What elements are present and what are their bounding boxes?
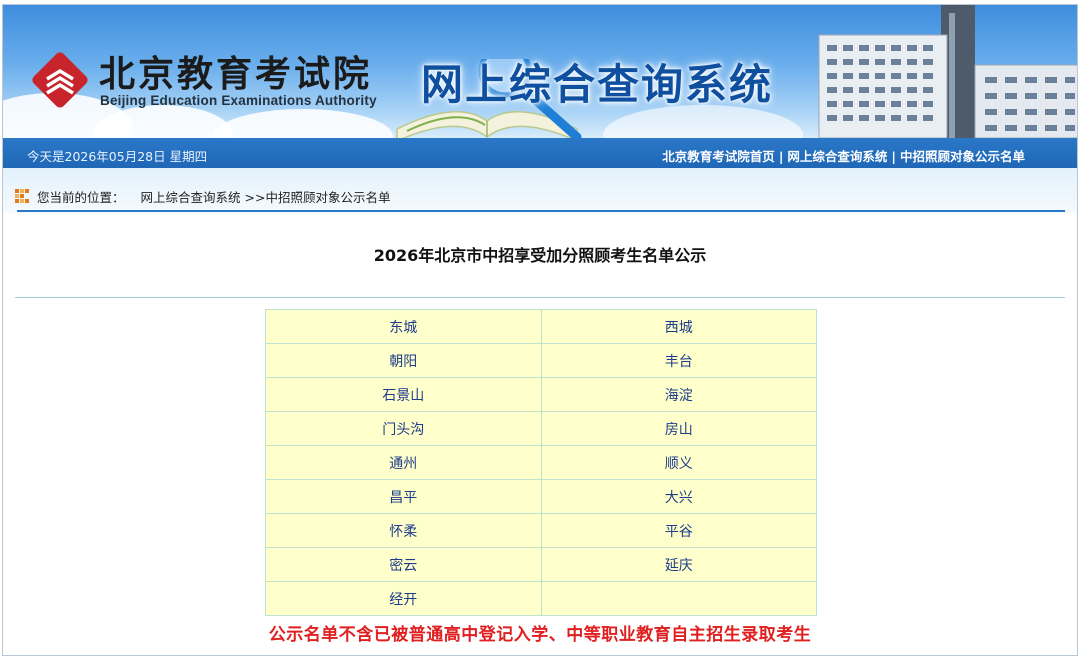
- page-title: 2026年北京市中招享受加分照顾考生名单公示: [373, 246, 707, 265]
- org-name-en: Beijing Education Examinations Authority: [100, 93, 377, 108]
- district-cell[interactable]: 石景山: [265, 377, 542, 412]
- district-cell[interactable]: 平谷: [540, 513, 817, 548]
- page-frame: 北京教育考试院 Beijing Education Examinations A…: [2, 4, 1078, 656]
- table-row: 怀柔 平谷: [265, 513, 817, 548]
- district-link[interactable]: 丰台: [665, 354, 693, 370]
- breadcrumb-divider: [17, 210, 1065, 212]
- district-link[interactable]: 延庆: [665, 558, 693, 574]
- title-divider: [15, 297, 1065, 298]
- table-row: 通州 顺义: [265, 445, 817, 480]
- notice-text: 公示名单不含已被普通高中登记入学、中等职业教育自主招生录取考生: [268, 625, 812, 645]
- district-cell[interactable]: 通州: [265, 445, 542, 480]
- district-cell[interactable]: 丰台: [540, 343, 817, 378]
- breadcrumb: 您当前的位置： 网上综合查询系统 >>中招照顾对象公示名单: [37, 187, 390, 206]
- top-nav-links: 北京教育考试院首页 | 网上综合查询系统 | 中招照顾对象公示名单: [662, 146, 1025, 165]
- table-row: 密云 延庆: [265, 547, 817, 582]
- district-link[interactable]: 门头沟: [382, 422, 424, 438]
- table-row: 东城 西城: [265, 309, 817, 344]
- district-link[interactable]: 西城: [665, 320, 693, 336]
- district-link[interactable]: 经开: [389, 592, 417, 608]
- top-nav-bar: 今天是2026年05月28日 星期四 北京教育考试院首页 | 网上综合查询系统 | 中招…: [3, 138, 1077, 168]
- district-cell[interactable]: 西城: [540, 309, 817, 344]
- district-cell[interactable]: 东城: [265, 309, 542, 344]
- district-cell[interactable]: 经开: [265, 581, 542, 616]
- nav-link-home[interactable]: 北京教育考试院首页: [662, 149, 775, 164]
- breadcrumb-bar: 您当前的位置： 网上综合查询系统 >>中招照顾对象公示名单: [3, 168, 1077, 213]
- district-link[interactable]: 石景山: [382, 388, 424, 404]
- nav-separator: |: [891, 149, 896, 164]
- district-link[interactable]: 怀柔: [389, 524, 417, 540]
- breadcrumb-home-link[interactable]: 网上综合查询系统: [141, 190, 241, 205]
- table-row: 昌平 大兴: [265, 479, 817, 514]
- district-link[interactable]: 密云: [389, 558, 417, 574]
- district-cell[interactable]: 房山: [540, 411, 817, 446]
- district-cell[interactable]: 昌平: [265, 479, 542, 514]
- header-banner: 北京教育考试院 Beijing Education Examinations A…: [3, 5, 1077, 138]
- district-cell[interactable]: 怀柔: [265, 513, 542, 548]
- district-table: 东城 西城朝阳 丰台石景山 海淀门头沟 房山通州 顺义昌平 大兴怀柔 平谷密云 延庆经开: [265, 309, 817, 616]
- district-link[interactable]: 房山: [665, 422, 693, 438]
- system-title: 网上综合查询系统: [421, 60, 774, 109]
- org-name-cn: 北京教育考试院: [99, 53, 373, 95]
- district-cell[interactable]: 海淀: [540, 377, 817, 412]
- table-row: 门头沟 房山: [265, 411, 817, 446]
- table-row: 朝阳 丰台: [265, 343, 817, 378]
- district-link[interactable]: 平谷: [665, 524, 693, 540]
- district-cell[interactable]: 朝阳: [265, 343, 542, 378]
- building-illustration: [818, 5, 1077, 138]
- district-cell[interactable]: 顺义: [540, 445, 817, 480]
- district-link[interactable]: 顺义: [665, 456, 693, 472]
- district-cell[interactable]: 大兴: [540, 479, 817, 514]
- district-cell[interactable]: 密云: [265, 547, 542, 582]
- breadcrumb-current: >>中招照顾对象公示名单: [244, 190, 391, 205]
- current-date: 今天是2026年05月28日 星期四: [27, 149, 208, 164]
- district-link[interactable]: 昌平: [389, 490, 417, 506]
- district-link[interactable]: 大兴: [665, 490, 693, 506]
- breadcrumb-grid-icon: [15, 189, 29, 203]
- district-link[interactable]: 海淀: [665, 388, 693, 404]
- district-cell[interactable]: 门头沟: [265, 411, 542, 446]
- district-link[interactable]: 东城: [389, 320, 417, 336]
- table-row: 石景山 海淀: [265, 377, 817, 412]
- district-cell[interactable]: 延庆: [540, 547, 817, 582]
- logo-emblem-icon[interactable]: [29, 49, 91, 111]
- table-row: 经开: [265, 581, 817, 616]
- district-link[interactable]: 朝阳: [389, 354, 417, 370]
- district-link[interactable]: 通州: [389, 456, 417, 472]
- cloud-decoration: [213, 109, 393, 138]
- district-cell: [540, 581, 817, 616]
- nav-link-public-list[interactable]: 中招照顾对象公示名单: [900, 149, 1025, 164]
- nav-separator: |: [778, 149, 784, 164]
- nav-link-query-system[interactable]: 网上综合查询系统: [787, 149, 887, 164]
- breadcrumb-prefix: 您当前的位置：: [37, 190, 125, 205]
